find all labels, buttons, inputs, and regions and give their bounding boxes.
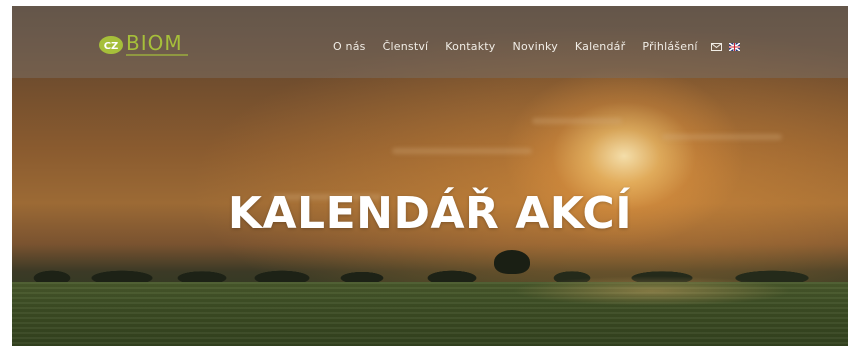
cloud xyxy=(532,118,622,124)
nav-item-o-nas[interactable]: O nás xyxy=(333,40,366,53)
logo-wordmark: BIOM xyxy=(126,31,183,55)
field-glow xyxy=(512,276,792,306)
nav-item-novinky[interactable]: Novinky xyxy=(513,40,558,53)
uk-flag-icon[interactable] xyxy=(728,42,740,51)
top-navigation-bar: CZ BIOM O nás Členství Kontakty Novinky … xyxy=(12,6,848,78)
logo-badge-text: CZ xyxy=(104,41,119,52)
nav-icon-group xyxy=(710,42,740,51)
lone-tree xyxy=(494,250,530,274)
cloud xyxy=(662,134,782,140)
envelope-icon[interactable] xyxy=(710,42,722,51)
nav-item-kalendar[interactable]: Kalendář xyxy=(575,40,625,53)
nav-item-kontakty[interactable]: Kontakty xyxy=(445,40,495,53)
cloud xyxy=(392,148,532,154)
nav-item-clenstvi[interactable]: Členství xyxy=(383,40,429,53)
main-nav: O nás Členství Kontakty Novinky Kalendář… xyxy=(333,40,740,53)
nav-item-prihlaseni[interactable]: Přihlášení xyxy=(642,40,697,53)
cz-biom-logo[interactable]: CZ BIOM xyxy=(98,28,198,60)
page-title: KALENDÁŘ AKCÍ xyxy=(227,188,633,239)
page-frame: CZ BIOM O nás Členství Kontakty Novinky … xyxy=(12,6,848,346)
